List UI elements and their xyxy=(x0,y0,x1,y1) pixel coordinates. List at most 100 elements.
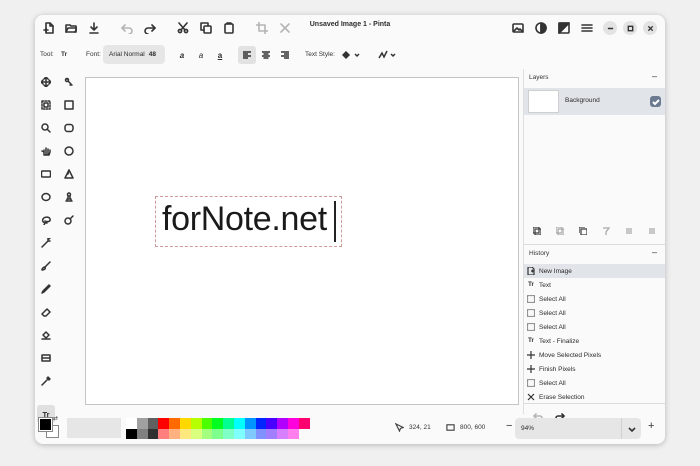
lasso-tool[interactable] xyxy=(37,211,55,229)
layers-collapse-button[interactable]: – xyxy=(652,71,657,81)
palette-swatch[interactable] xyxy=(169,428,180,439)
gradient-tool[interactable] xyxy=(37,349,55,367)
palette-swatch[interactable] xyxy=(233,418,245,429)
palette-swatch[interactable] xyxy=(179,418,191,429)
zoom-tool[interactable] xyxy=(37,119,55,137)
freeform-shape-tool[interactable] xyxy=(60,165,78,183)
palette-swatch[interactable] xyxy=(223,428,234,439)
palette-swatch[interactable] xyxy=(158,428,170,439)
palette-swatch[interactable] xyxy=(244,428,256,439)
palette-swatch[interactable] xyxy=(126,418,137,429)
history-item[interactable]: Finish Pixels xyxy=(524,362,665,376)
palette-swatch[interactable] xyxy=(136,418,148,429)
bold-button[interactable]: a xyxy=(173,46,191,64)
move-selection-tool[interactable] xyxy=(37,73,55,91)
palette-swatch[interactable] xyxy=(169,418,180,429)
palette-swatch[interactable] xyxy=(190,428,202,439)
redo-icon[interactable] xyxy=(141,19,159,37)
move-layer-up-icon[interactable] xyxy=(623,225,635,237)
palette-swatch[interactable] xyxy=(126,428,137,439)
magic-wand-tool[interactable] xyxy=(37,234,55,252)
palette-swatch[interactable] xyxy=(179,428,191,439)
clone-stamp-tool[interactable] xyxy=(60,188,78,206)
history-item[interactable]: Move Selected Pixels xyxy=(524,348,665,362)
palette-swatch[interactable] xyxy=(277,418,288,429)
ellipse-tool[interactable] xyxy=(60,142,78,160)
eraser-tool[interactable] xyxy=(37,303,55,321)
copy-icon[interactable] xyxy=(197,19,215,37)
save-icon[interactable] xyxy=(85,19,103,37)
history-item[interactable]: New Image xyxy=(524,264,665,278)
history-item[interactable]: Select All xyxy=(524,320,665,334)
open-icon[interactable] xyxy=(62,19,80,37)
align-right-button[interactable] xyxy=(276,46,294,64)
align-center-button[interactable] xyxy=(257,46,275,64)
ellipse-select-tool[interactable] xyxy=(37,165,55,183)
adjustments-icon[interactable] xyxy=(532,19,550,37)
palette-swatch[interactable] xyxy=(298,418,310,429)
layer-properties-icon[interactable] xyxy=(646,225,658,237)
image-menu-icon[interactable] xyxy=(509,19,527,37)
zoom-in-button[interactable]: + xyxy=(648,421,654,432)
history-collapse-button[interactable]: – xyxy=(652,247,657,257)
rectangle-tool[interactable] xyxy=(60,96,78,114)
pencil-tool[interactable] xyxy=(37,280,55,298)
palette-swatch[interactable] xyxy=(233,428,245,439)
merge-layer-icon[interactable] xyxy=(600,225,612,237)
history-item[interactable]: Select All xyxy=(524,306,665,320)
underline-button[interactable]: a xyxy=(211,46,229,64)
pan-tool[interactable] xyxy=(37,142,55,160)
color-picker-tool[interactable] xyxy=(37,372,55,390)
swap-colors-icon[interactable]: ⇄ xyxy=(53,415,58,422)
palette-swatch[interactable] xyxy=(266,428,278,439)
move-selected-tool[interactable] xyxy=(60,73,78,91)
recolor-tool[interactable] xyxy=(60,211,78,229)
palette-swatch[interactable] xyxy=(147,428,159,439)
effects-icon[interactable] xyxy=(555,19,573,37)
primary-color-swatch[interactable] xyxy=(38,417,53,432)
palette-swatch[interactable] xyxy=(212,428,224,439)
paste-icon[interactable] xyxy=(220,19,238,37)
paint-bucket-tool[interactable] xyxy=(37,326,55,344)
lasso-select-tool[interactable] xyxy=(37,188,55,206)
image-canvas[interactable]: forNote.net xyxy=(85,77,519,405)
add-layer-icon[interactable] xyxy=(531,225,543,237)
text-style-dropdown[interactable] xyxy=(339,46,365,64)
cut-icon[interactable] xyxy=(174,19,192,37)
palette-swatch[interactable] xyxy=(190,418,202,429)
history-item[interactable]: Select All xyxy=(524,376,665,390)
font-picker-button[interactable]: Arial Normal 48 xyxy=(103,45,165,64)
layer-row[interactable]: Background xyxy=(524,88,665,115)
palette-swatch[interactable] xyxy=(136,428,148,439)
maximize-button[interactable] xyxy=(623,21,637,35)
palette-swatch[interactable] xyxy=(287,428,299,439)
antialias-dropdown[interactable] xyxy=(375,46,401,64)
close-button[interactable] xyxy=(643,21,657,35)
palette-swatch[interactable] xyxy=(255,428,267,439)
zoom-out-button[interactable]: − xyxy=(506,421,512,432)
history-item[interactable]: Tr Text - Finalize xyxy=(524,334,665,348)
rounded-rectangle-tool[interactable] xyxy=(60,119,78,137)
italic-button[interactable]: a xyxy=(192,46,210,64)
palette-swatch[interactable] xyxy=(158,418,170,429)
new-image-icon[interactable] xyxy=(40,19,58,37)
palette-swatch[interactable] xyxy=(255,418,267,429)
delete-layer-icon[interactable] xyxy=(554,225,566,237)
align-left-button[interactable] xyxy=(238,46,256,64)
palette-swatch[interactable] xyxy=(244,418,256,429)
history-item[interactable]: Select All xyxy=(524,292,665,306)
rectangle-select-tool[interactable] xyxy=(37,96,55,114)
undo-icon[interactable] xyxy=(118,19,136,37)
canvas-text[interactable]: forNote.net xyxy=(162,200,327,239)
paintbrush-tool[interactable] xyxy=(37,257,55,275)
zoom-combobox[interactable]: 94% xyxy=(515,418,641,439)
palette-swatch[interactable] xyxy=(147,418,159,429)
minimize-button[interactable] xyxy=(603,21,617,35)
palette-swatch[interactable] xyxy=(266,418,278,429)
history-item[interactable]: Erase Selection xyxy=(524,390,665,403)
palette-swatch[interactable] xyxy=(223,418,234,429)
layer-visibility-checkbox[interactable] xyxy=(650,96,661,107)
history-item[interactable]: Tr Text xyxy=(524,278,665,292)
palette-swatch[interactable] xyxy=(287,418,299,429)
duplicate-layer-icon[interactable] xyxy=(577,225,589,237)
